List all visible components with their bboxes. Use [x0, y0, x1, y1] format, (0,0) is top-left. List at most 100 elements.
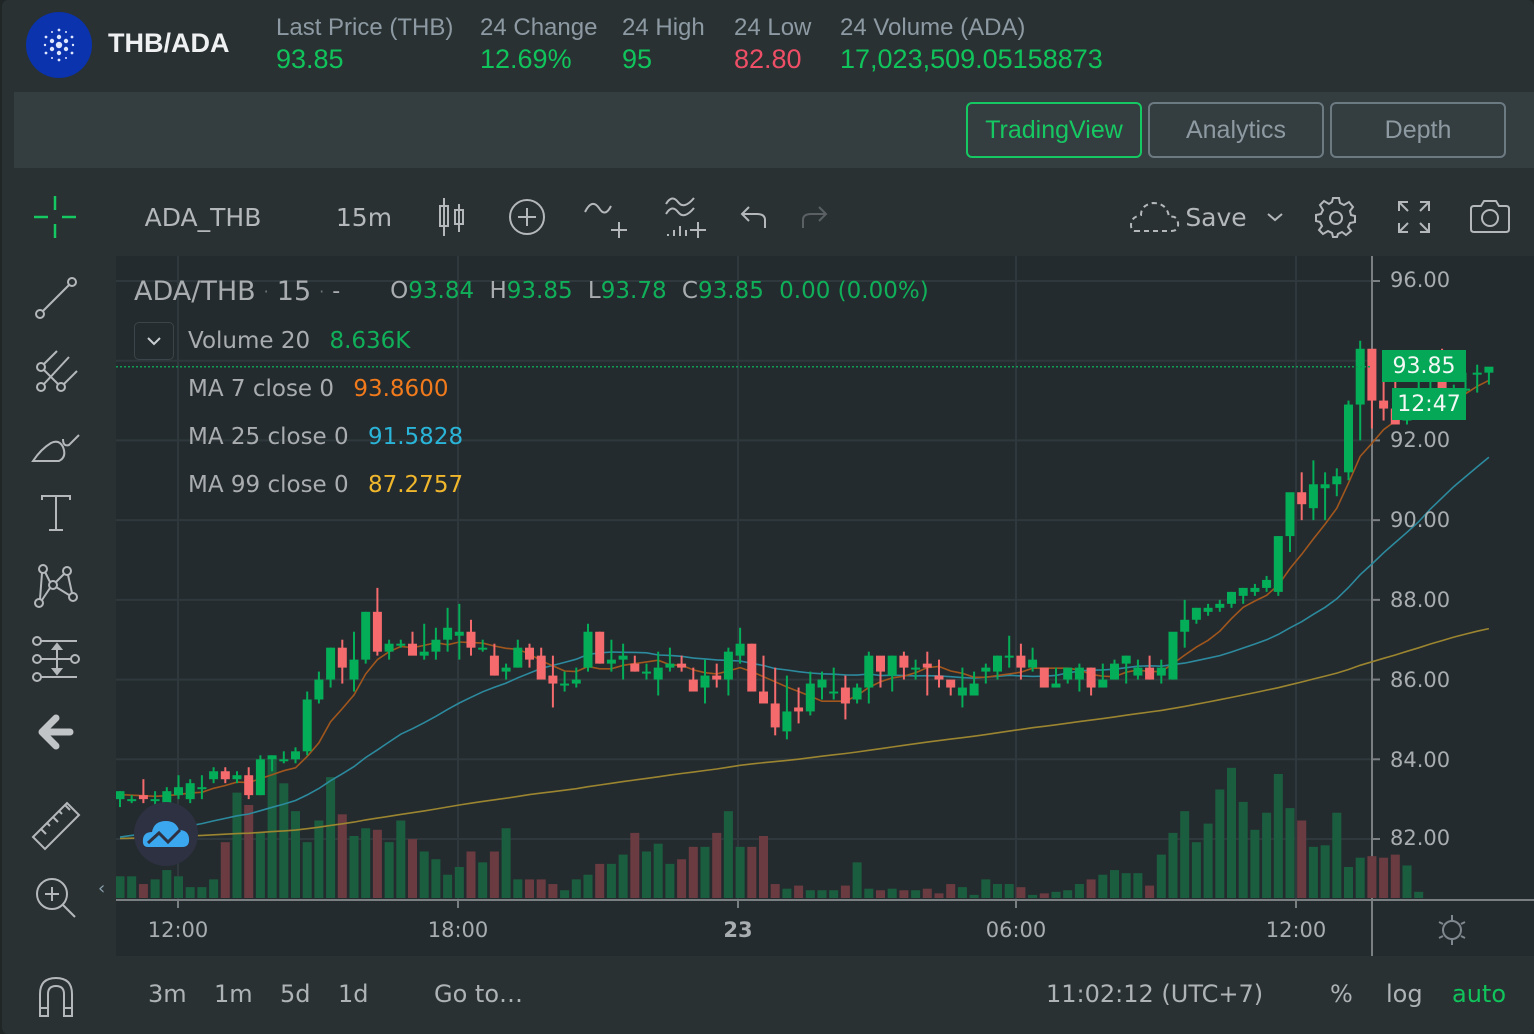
candle-down [595, 631, 605, 664]
range-1d[interactable]: 1d [338, 980, 369, 1008]
tab-analytics[interactable]: Analytics [1148, 102, 1324, 158]
pitchfork-icon[interactable] [26, 340, 86, 400]
price-chart[interactable]: ADA/THB · 15 · - O93.84 H93.85 L93.78 C9… [116, 256, 1534, 956]
log-toggle[interactable]: log [1386, 980, 1423, 1008]
candle-up [396, 643, 406, 646]
volume-bar [1332, 812, 1342, 898]
candle-up [969, 683, 979, 696]
goto-button[interactable]: Go to… [434, 980, 523, 1008]
symbol-selector[interactable]: ADA_THB [138, 186, 268, 248]
fullscreen-icon[interactable] [1392, 186, 1436, 248]
candle-down [372, 611, 382, 652]
candle-up [1168, 631, 1178, 680]
candle-up [700, 675, 710, 688]
text-icon[interactable] [26, 484, 86, 544]
volume-bar [372, 829, 382, 898]
brush-icon[interactable] [26, 412, 86, 472]
ruler-icon[interactable] [26, 798, 86, 858]
volume-bar [326, 777, 336, 898]
volume-bar [419, 851, 429, 898]
candle-up [1344, 404, 1353, 473]
candle-down [525, 647, 534, 660]
gear-icon[interactable] [1310, 186, 1362, 248]
pair-title: THB/ADA [108, 28, 230, 58]
volume-bar [1285, 808, 1295, 898]
pattern-icon[interactable] [26, 556, 86, 616]
percent-toggle[interactable]: % [1330, 980, 1353, 1008]
compare-add-icon[interactable] [504, 186, 550, 248]
volume-bar [244, 805, 254, 898]
volume-bar [653, 843, 663, 898]
candle-up [1250, 587, 1260, 592]
indicator-add-icon[interactable] [580, 186, 632, 248]
candle-up [829, 691, 839, 694]
undo-icon[interactable] [736, 186, 776, 248]
volume-bar [232, 792, 242, 898]
volume-bar [688, 846, 698, 898]
candle-up [349, 659, 359, 680]
volume-bar [337, 814, 347, 898]
legend-interval: 15 [276, 275, 312, 307]
candle-down [747, 643, 757, 692]
price-tick: 86.00 [1390, 668, 1451, 692]
chart-canvas[interactable] [116, 256, 1534, 956]
back-arrow-icon[interactable] [26, 702, 86, 762]
crosshair-icon[interactable] [28, 186, 82, 248]
candle-up [127, 799, 137, 802]
candle-up [1074, 667, 1084, 680]
candle-down [1379, 400, 1389, 409]
camera-icon[interactable] [1466, 186, 1514, 248]
candles-icon[interactable] [432, 186, 472, 248]
volume-bar [1262, 812, 1272, 898]
prediction-icon[interactable] [26, 628, 86, 688]
volume-bar [267, 758, 277, 898]
close-label: C [681, 278, 698, 304]
candle-up [560, 683, 570, 686]
candle-up [1063, 667, 1073, 680]
market-header: THB/ADA Last Price (THB) 93.85 24 Change… [2, 0, 1534, 90]
cloud-icon[interactable] [1126, 186, 1182, 248]
volume-bar [1051, 891, 1061, 898]
volume-bar [1016, 887, 1026, 898]
brand-badge[interactable] [134, 802, 198, 866]
volume-bar [864, 888, 874, 898]
interval-selector[interactable]: 15m [332, 186, 396, 248]
candle-down [489, 655, 499, 676]
candle-up [1028, 659, 1038, 668]
time-tick: 12:00 [1265, 918, 1327, 942]
collapse-toolbar-icon[interactable]: ‹ [98, 878, 105, 899]
range-3m[interactable]: 3m [148, 980, 187, 1008]
ma99-label: MA 99 close 0 [188, 472, 349, 498]
redo-icon[interactable] [792, 186, 832, 248]
stat-24-change: 24 Change 12.69% [480, 14, 597, 75]
legend-collapse-button[interactable] [134, 322, 174, 360]
candle-up [478, 647, 488, 650]
tab-tradingview[interactable]: TradingView [966, 102, 1142, 158]
ma7-value: 93.8600 [353, 376, 449, 402]
tab-depth[interactable]: Depth [1330, 102, 1506, 158]
chevron-down-icon[interactable] [1262, 186, 1288, 248]
volume-bar [946, 884, 956, 898]
volume-bar [408, 839, 417, 898]
volume-bar [805, 890, 815, 898]
trendline-icon[interactable] [26, 268, 86, 328]
volume-bar [747, 846, 757, 898]
volume-label: Volume 20 [188, 328, 311, 354]
candle-down [1145, 667, 1155, 680]
volume-bar [665, 863, 675, 898]
candle-up [606, 659, 616, 664]
templates-icon[interactable] [658, 186, 712, 248]
auto-toggle[interactable]: auto [1452, 980, 1506, 1008]
volume-bar [794, 885, 804, 898]
clock-display[interactable]: 11:02:12 (UTC+7) [1046, 980, 1263, 1008]
candle-up [665, 663, 675, 668]
candle-up [1227, 591, 1236, 604]
volume-bar [969, 894, 979, 898]
volume-bar [1110, 870, 1119, 898]
range-1m[interactable]: 1m [214, 980, 253, 1008]
axis-settings-icon[interactable] [1434, 912, 1470, 952]
save-button[interactable]: Save [1184, 186, 1248, 248]
zoom-in-icon[interactable] [26, 868, 86, 928]
range-5d[interactable]: 5d [280, 980, 311, 1008]
volume-bar [1238, 801, 1248, 898]
